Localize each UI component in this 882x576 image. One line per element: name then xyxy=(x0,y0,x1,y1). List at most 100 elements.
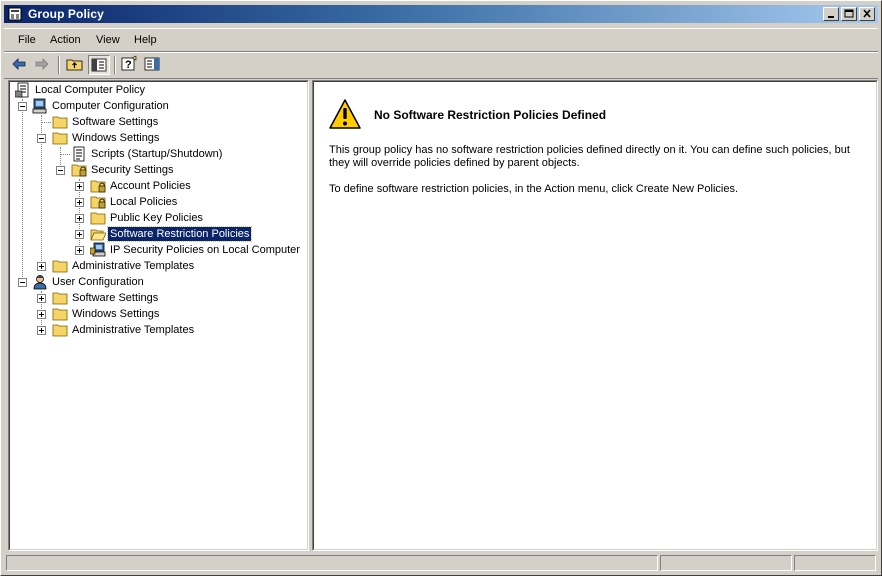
tree-label-selected: Software Restriction Policies xyxy=(106,226,253,242)
up-one-level-button[interactable] xyxy=(65,55,87,75)
policy-document-icon xyxy=(15,82,29,98)
tree-label: Windows Settings xyxy=(72,308,160,320)
title-bar[interactable]: Group Policy xyxy=(4,5,878,23)
tree-node-uc-software-settings[interactable]: Software Settings xyxy=(37,290,237,306)
folder-icon xyxy=(52,308,68,321)
tree-label: User Configuration xyxy=(52,276,144,288)
expand-toggle[interactable] xyxy=(37,310,46,319)
toolbar: ? xyxy=(4,52,878,79)
tree-node-cc-administrative-templates[interactable]: Administrative Templates xyxy=(37,258,237,274)
tree-node-local-computer-policy[interactable]: Local Computer Policy xyxy=(15,82,215,98)
collapse-toggle[interactable] xyxy=(56,166,65,175)
console-tree[interactable]: Local Computer Policy Computer Configura… xyxy=(8,80,309,551)
up-folder-icon xyxy=(66,59,83,71)
close-icon xyxy=(863,9,871,18)
tree-node-cc-software-settings[interactable]: Software Settings xyxy=(37,114,237,130)
script-icon xyxy=(73,146,85,162)
folder-open-icon xyxy=(90,229,106,241)
show-hide-action-pane-button[interactable] xyxy=(142,55,164,75)
tree-node-ip-security-policies[interactable]: IP Security Policies on Local Computer xyxy=(75,242,305,258)
tree-node-user-configuration[interactable]: User Configuration xyxy=(18,274,218,290)
message-heading: No Software Restriction Policies Defined xyxy=(374,108,607,122)
window-title: Group Policy xyxy=(28,7,104,21)
menu-action[interactable]: Action xyxy=(50,34,81,46)
group-policy-app-icon xyxy=(8,7,22,21)
computer-icon xyxy=(32,98,47,114)
tree-node-local-policies[interactable]: Local Policies xyxy=(75,194,275,210)
collapse-toggle[interactable] xyxy=(18,278,27,287)
tree-label: Security Settings xyxy=(91,164,174,176)
tree-node-cc-windows-settings[interactable]: Windows Settings xyxy=(37,130,237,146)
expand-toggle[interactable] xyxy=(37,326,46,335)
ip-security-icon xyxy=(90,242,106,257)
security-folder-icon xyxy=(90,180,106,193)
security-folder-icon xyxy=(71,164,87,177)
collapse-toggle[interactable] xyxy=(18,102,27,111)
tree-node-public-key-policies[interactable]: Public Key Policies xyxy=(75,210,275,226)
tree-node-computer-configuration[interactable]: Computer Configuration xyxy=(18,98,218,114)
user-icon xyxy=(33,275,47,290)
maximize-icon xyxy=(844,9,854,18)
expand-toggle[interactable] xyxy=(75,214,84,223)
status-panel xyxy=(794,555,876,571)
expand-toggle[interactable] xyxy=(75,198,84,207)
tree-label: Local Policies xyxy=(110,196,178,208)
tree-node-uc-administrative-templates[interactable]: Administrative Templates xyxy=(37,322,237,338)
expand-toggle[interactable] xyxy=(75,182,84,191)
collapse-toggle[interactable] xyxy=(37,134,46,143)
folder-icon xyxy=(52,292,68,305)
forward-icon xyxy=(35,58,49,70)
close-button[interactable] xyxy=(859,7,875,21)
status-panel xyxy=(6,555,658,571)
tree-node-security-settings[interactable]: Security Settings xyxy=(56,162,256,178)
expand-toggle[interactable] xyxy=(75,246,84,255)
expand-toggle[interactable] xyxy=(37,294,46,303)
minimize-button[interactable] xyxy=(823,7,839,21)
tree-label: Administrative Templates xyxy=(72,324,195,336)
back-button[interactable] xyxy=(9,55,31,75)
tree-label: Administrative Templates xyxy=(72,260,195,272)
security-folder-icon xyxy=(90,196,106,209)
toolbar-separator xyxy=(58,56,60,74)
tree-node-software-restriction-policies[interactable]: Software Restriction Policies xyxy=(75,226,275,242)
tree-label: Software Settings xyxy=(72,116,159,128)
tree-node-scripts[interactable]: Scripts (Startup/Shutdown) xyxy=(56,146,256,162)
tree-label: Account Policies xyxy=(110,180,191,192)
status-panel xyxy=(660,555,792,571)
tree-node-account-policies[interactable]: Account Policies xyxy=(75,178,275,194)
message-paragraph: To define software restriction policies,… xyxy=(329,183,739,195)
tree-label: Public Key Policies xyxy=(110,212,203,224)
folder-open-icon xyxy=(52,132,68,145)
help-button[interactable]: ? xyxy=(119,55,141,75)
show-hide-console-tree-button[interactable] xyxy=(88,55,110,75)
forward-button[interactable] xyxy=(32,55,54,75)
tree-node-uc-windows-settings[interactable]: Windows Settings xyxy=(37,306,237,322)
tree-connector xyxy=(41,122,51,123)
menu-file[interactable]: File xyxy=(18,34,36,46)
folder-icon xyxy=(52,260,68,273)
group-policy-window: Group Policy File Action View Help ? Loc… xyxy=(0,0,882,576)
expand-toggle[interactable] xyxy=(75,230,84,239)
tree-label: Windows Settings xyxy=(72,132,160,144)
status-bar xyxy=(4,554,878,572)
folder-icon xyxy=(90,212,106,225)
tree-connector xyxy=(60,154,70,155)
tree-label: Computer Configuration xyxy=(52,100,169,112)
help-icon: ? xyxy=(121,55,137,71)
back-icon xyxy=(12,58,26,70)
tree-label: IP Security Policies on Local Computer xyxy=(110,244,300,256)
show-hide-action-pane-icon xyxy=(144,57,160,71)
minimize-icon xyxy=(828,16,834,18)
menu-view[interactable]: View xyxy=(96,34,120,46)
maximize-button[interactable] xyxy=(841,7,857,21)
menu-help[interactable]: Help xyxy=(134,34,157,46)
expand-toggle[interactable] xyxy=(37,262,46,271)
tree-label: Scripts (Startup/Shutdown) xyxy=(91,148,223,160)
svg-text:?: ? xyxy=(125,59,132,71)
folder-icon xyxy=(52,324,68,337)
details-pane: No Software Restriction Policies Defined… xyxy=(312,80,878,551)
toolbar-separator xyxy=(114,56,116,74)
menu-bar: File Action View Help xyxy=(4,28,878,52)
show-hide-tree-icon xyxy=(91,58,107,72)
warning-icon xyxy=(329,99,361,129)
